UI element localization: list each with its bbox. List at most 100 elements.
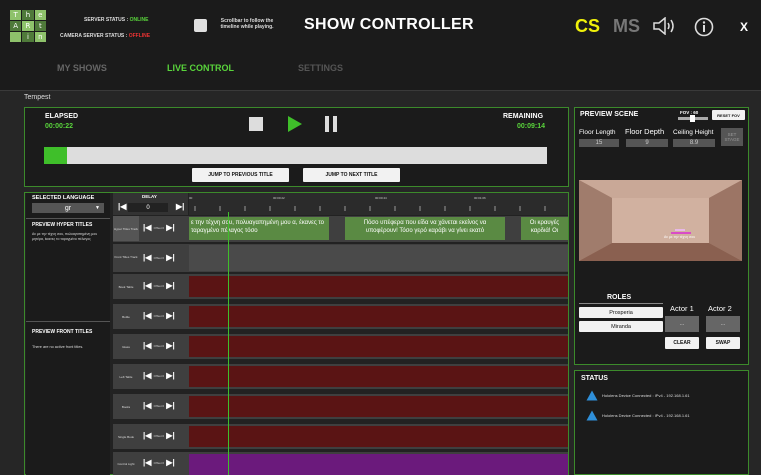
row-offset-control[interactable]: |◀ Offset 0 ▶| bbox=[143, 253, 175, 262]
logo-cell: T bbox=[10, 10, 22, 20]
preview-hyper-text: Αν με την τέχνη σου, πολυαγαπημένη μου μ… bbox=[32, 232, 98, 241]
track-block[interactable] bbox=[189, 336, 568, 357]
set-stage-button[interactable]: SET STAGE bbox=[721, 128, 743, 146]
progress-fill bbox=[44, 147, 68, 164]
row-name: Book Table bbox=[118, 284, 134, 289]
row-name: Books bbox=[121, 404, 131, 409]
app-logo: T h e A R t i n bbox=[10, 10, 46, 42]
show-name: Tempest bbox=[24, 94, 51, 101]
camera-status-label: CAMERA SERVER STATUS : bbox=[60, 33, 128, 39]
scene-preview-image: Αν με την τέχνη σου bbox=[579, 180, 742, 261]
row-name: Bottle bbox=[122, 314, 130, 319]
track-block[interactable] bbox=[189, 366, 568, 387]
tick-label: 00:00:44 bbox=[375, 196, 387, 200]
scroll-follow-checkbox[interactable] bbox=[194, 19, 207, 32]
preview-front-title: PREVIEW FRONT TITLES bbox=[32, 329, 93, 335]
clear-button[interactable]: CLEAR bbox=[665, 337, 699, 349]
track-block[interactable] bbox=[189, 276, 568, 297]
delay-input[interactable]: 0 bbox=[128, 203, 168, 212]
timeline-row-front: Front Titles Track |◀ Offset 0 ▶| bbox=[113, 244, 568, 272]
row-name: Control Light bbox=[117, 461, 135, 466]
logo-cell: R bbox=[22, 21, 34, 31]
server-status-label: SERVER STATUS : bbox=[84, 17, 129, 23]
progress-bar[interactable] bbox=[44, 147, 547, 164]
actor1-field[interactable]: ... bbox=[665, 316, 699, 332]
tab-my-shows[interactable]: MY SHOWS bbox=[57, 63, 107, 73]
divider bbox=[0, 90, 761, 91]
play-button[interactable] bbox=[287, 115, 303, 133]
actor1-label: Actor 1 bbox=[670, 304, 694, 313]
caption-block[interactable]: Πόσο υπέφερα που είδα να χάνεται εκείνος… bbox=[345, 217, 505, 240]
playhead[interactable] bbox=[228, 212, 229, 475]
ms-toggle[interactable]: MS bbox=[613, 16, 640, 37]
delay-increase-button[interactable]: ▶| bbox=[176, 202, 184, 211]
actor2-label: Actor 2 bbox=[708, 304, 732, 313]
status-title: STATUS bbox=[581, 375, 608, 382]
delay-decrease-button[interactable]: |◀ bbox=[118, 202, 126, 211]
divider bbox=[26, 218, 110, 219]
pause-button[interactable] bbox=[324, 116, 338, 132]
logo-cell: h bbox=[22, 10, 34, 20]
floor-length-label: Floor Length bbox=[579, 129, 616, 136]
stop-button[interactable] bbox=[249, 117, 263, 131]
speaker-icon[interactable] bbox=[652, 17, 676, 35]
role-item-prosperia[interactable]: Prosperia bbox=[579, 307, 663, 318]
elapsed-label: ELAPSED bbox=[45, 113, 79, 120]
row-offset-control[interactable]: |◀ Offset 0 ▶| bbox=[143, 341, 175, 350]
track-block[interactable] bbox=[189, 426, 568, 447]
fov-slider-handle[interactable] bbox=[690, 115, 695, 122]
jump-previous-button[interactable]: JUMP TO PREVIOUS TITLE bbox=[192, 168, 289, 182]
close-button[interactable]: X bbox=[740, 20, 748, 34]
swap-button[interactable]: SWAP bbox=[706, 337, 740, 349]
reset-fov-button[interactable]: RESET FOV bbox=[712, 110, 745, 120]
floor-length-input[interactable]: 15 bbox=[579, 139, 619, 147]
timeline-row: Bottle |◀ Offset 0 ▶| bbox=[113, 304, 568, 329]
warning-icon bbox=[586, 410, 598, 421]
timeline-row-hyper: Hyper Titles Track |◀ Offset 0 ▶| ε την … bbox=[113, 216, 568, 242]
scroll-follow-label: Scrollbar to follow the timeline while p… bbox=[220, 18, 274, 30]
timeline-row: Books |◀ Offset 0 ▶| bbox=[113, 394, 568, 419]
preview-front-text: There are no active front titles. bbox=[32, 345, 84, 349]
floor-depth-input[interactable]: 9 bbox=[626, 139, 668, 147]
remaining-value: 00:09:14 bbox=[517, 123, 546, 130]
caption-block[interactable]: Οι κραυγές καρδιά! Οι bbox=[521, 217, 568, 240]
track-block[interactable] bbox=[189, 396, 568, 417]
caption-block[interactable]: ε την τέχνη σου, πολυαγαπημένη μου α, έκ… bbox=[189, 217, 329, 240]
tab-live-control[interactable]: LIVE CONTROL bbox=[167, 63, 234, 73]
row-offset-control[interactable]: |◀ Offset 0 ▶| bbox=[143, 371, 175, 380]
row-offset-control[interactable]: |◀ Offset 0 ▶| bbox=[143, 458, 175, 467]
track-block[interactable] bbox=[189, 306, 568, 327]
page-title: SHOW CONTROLLER bbox=[304, 16, 474, 33]
track-area[interactable] bbox=[189, 245, 568, 271]
row-offset-control[interactable]: |◀ Offset 0 ▶| bbox=[143, 401, 175, 410]
tab-settings[interactable]: SETTINGS bbox=[298, 63, 343, 73]
tick-label: 00 bbox=[189, 196, 193, 200]
row-offset-control[interactable]: |◀ Offset 0 ▶| bbox=[143, 311, 175, 320]
status-entry: Hololens Device Connected : IPv4 - 192.1… bbox=[602, 413, 690, 418]
logo-cell: n bbox=[34, 32, 46, 42]
status-panel bbox=[574, 370, 749, 475]
track-block[interactable] bbox=[189, 454, 568, 475]
roles-title: ROLES bbox=[607, 294, 632, 301]
actor2-field[interactable]: ... bbox=[706, 316, 740, 332]
preview-hyper-title: PREVIEW HYPER TITLES bbox=[32, 222, 93, 228]
divider bbox=[26, 321, 110, 322]
jump-next-button[interactable]: JUMP TO NEXT TITLE bbox=[303, 168, 400, 182]
row-offset-control[interactable]: |◀ Offset 0 ▶| bbox=[143, 223, 175, 232]
role-item-miranda[interactable]: Miranda bbox=[579, 321, 663, 332]
timeline-ticks bbox=[194, 206, 546, 211]
language-value: gr bbox=[64, 204, 72, 212]
floor-depth-label: Floor Depth bbox=[625, 127, 665, 136]
row-offset-control[interactable]: |◀ Offset 0 ▶| bbox=[143, 281, 175, 290]
row-offset-control[interactable]: |◀ Offset 0 ▶| bbox=[143, 431, 175, 440]
cs-toggle[interactable]: CS bbox=[575, 16, 600, 37]
ceiling-height-input[interactable]: 8.9 bbox=[673, 139, 715, 147]
row-name: Left Table bbox=[119, 374, 133, 379]
language-select[interactable]: gr ▼ bbox=[32, 203, 104, 213]
status-entry: Hololens Device Connected : IPv4 - 192.1… bbox=[602, 393, 690, 398]
info-icon[interactable] bbox=[694, 17, 714, 37]
divider bbox=[579, 303, 663, 304]
scene-caption: Αν με την τέχνη σου bbox=[664, 235, 695, 239]
camera-status: CAMERA SERVER STATUS : OFFLINE bbox=[60, 33, 150, 39]
elapsed-value: 00:00:22 bbox=[45, 123, 74, 130]
